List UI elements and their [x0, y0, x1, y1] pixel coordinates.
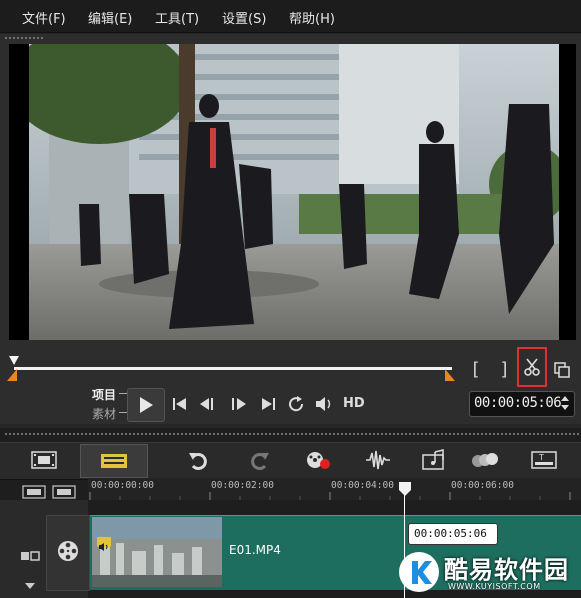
tracking-circles-icon: [472, 453, 498, 467]
film-tracks-icon: [22, 485, 46, 499]
record-capture-button[interactable]: [302, 446, 334, 474]
redo-icon: [251, 453, 269, 470]
go-to-start-button[interactable]: [170, 395, 190, 413]
film-strip-icon: [31, 451, 57, 469]
hd-toggle[interactable]: HD: [343, 396, 365, 411]
copy-window-icon: [554, 362, 570, 378]
play-icon: [140, 397, 153, 413]
audio-mixer-button[interactable]: [362, 446, 394, 474]
motion-tracking-button[interactable]: [469, 446, 501, 474]
video-track-label: [46, 515, 90, 591]
speaker-icon: [316, 397, 331, 411]
skip-start-icon: [173, 398, 186, 410]
track-expand-icon[interactable]: [24, 576, 36, 589]
ruler-label: 00:00:00:00: [91, 480, 154, 491]
volume-button[interactable]: [314, 395, 336, 413]
play-button[interactable]: [127, 388, 165, 422]
undo-button[interactable]: [182, 446, 214, 474]
clip-audio-icon: [97, 537, 111, 551]
menu-tools[interactable]: 工具(T): [155, 8, 199, 27]
timecode-field[interactable]: 00:00:05:06: [469, 391, 575, 417]
track-visibility-button[interactable]: [20, 548, 40, 562]
film-reel-icon: [58, 541, 78, 561]
menu-edit[interactable]: 编辑(E): [88, 8, 132, 27]
ruler-label: 00:00:02:00: [211, 480, 274, 491]
clip-thumbnail: [92, 517, 222, 587]
waveform-icon: [366, 450, 390, 470]
music-film-icon: [422, 449, 444, 470]
watermark-logo: [399, 552, 439, 592]
svg-text:T: T: [538, 453, 544, 462]
menu-file[interactable]: 文件(F): [22, 8, 66, 27]
playhead-tooltip: 00:00:05:06: [408, 523, 498, 545]
subtitle-icon: T: [531, 451, 557, 469]
timecode-value[interactable]: 00:00:05:06: [474, 395, 562, 411]
timeline-grip[interactable]: [4, 432, 581, 436]
link-track-icon: [21, 551, 40, 561]
watermark-url: WWW.KUYISOFT.COM: [448, 582, 541, 591]
trim-out-marker[interactable]: [445, 366, 455, 381]
film-tracks-icon: [52, 485, 76, 499]
step-back-icon: [200, 398, 213, 410]
panel-grip[interactable]: [4, 36, 44, 40]
mark-out-icon[interactable]: ]: [496, 358, 512, 380]
next-frame-button[interactable]: [228, 395, 248, 413]
menu-help[interactable]: 帮助(H): [289, 8, 335, 27]
spinner-arrows-icon: [561, 396, 569, 410]
step-forward-icon: [232, 398, 246, 410]
enlarge-preview-button[interactable]: [552, 360, 572, 380]
show-all-tracks-button[interactable]: [22, 484, 48, 499]
playhead-handle[interactable]: [398, 481, 412, 497]
trim-in-marker[interactable]: [7, 366, 17, 381]
timecode-spinner[interactable]: [559, 394, 571, 412]
mark-in-icon[interactable]: [: [468, 358, 484, 380]
record-reel-icon: [307, 452, 330, 469]
timeline-view-button[interactable]: [80, 444, 148, 478]
storyboard-view-button[interactable]: [28, 446, 60, 474]
previous-frame-button[interactable]: [198, 395, 218, 413]
video-frame-image: [9, 44, 576, 340]
go-to-end-button[interactable]: [258, 395, 278, 413]
repeat-button[interactable]: [286, 395, 306, 413]
menu-bar: 文件(F) 编辑(E) 工具(T) 设置(S) 帮助(H): [0, 0, 581, 33]
mode-clip[interactable]: 素材: [92, 405, 116, 422]
watermark-name: 酷易软件园: [444, 556, 569, 584]
undo-icon: [189, 453, 207, 470]
site-watermark: 酷易软件园 WWW.KUYISOFT.COM: [398, 548, 581, 598]
ruler-label: 00:00:06:00: [451, 480, 514, 491]
mode-tick: [119, 393, 127, 394]
mode-project[interactable]: 项目: [92, 386, 116, 403]
redo-button[interactable]: [244, 446, 276, 474]
repeat-icon: [289, 396, 304, 412]
playhead-tooltip-time: 00:00:05:06: [414, 527, 487, 540]
timeline-view-icon: [101, 454, 127, 468]
ruler-label: 00:00:04:00: [331, 480, 394, 491]
seek-bar[interactable]: [14, 367, 452, 370]
video-preview: [9, 44, 576, 340]
menu-settings[interactable]: 设置(S): [222, 8, 266, 27]
mode-tick: [119, 412, 127, 413]
track-manager-button[interactable]: [52, 484, 78, 499]
skip-end-icon: [262, 398, 275, 410]
auto-music-button[interactable]: [418, 446, 450, 474]
subtitle-editor-button[interactable]: T: [528, 446, 560, 474]
split-clip-button[interactable]: [517, 347, 547, 387]
scissors-icon: [524, 358, 540, 376]
seek-start-handle[interactable]: [8, 352, 20, 365]
clip-name: E01.MP4: [229, 543, 281, 557]
